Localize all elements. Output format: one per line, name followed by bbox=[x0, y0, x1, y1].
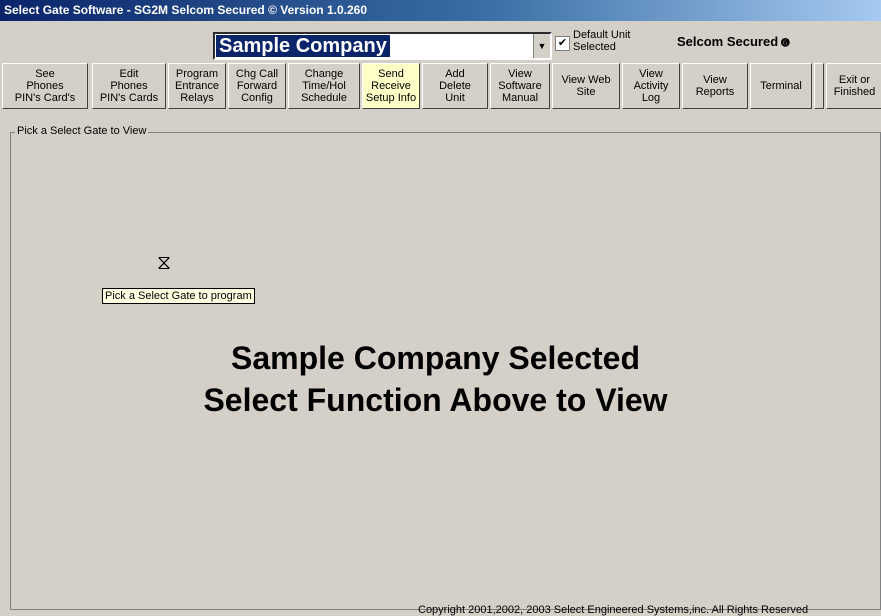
default-unit-checkbox[interactable]: ✔ bbox=[555, 36, 570, 51]
company-select[interactable]: Sample Company ▼ bbox=[213, 32, 552, 60]
view-reports-label: View Reports bbox=[695, 74, 735, 98]
company-select-value: Sample Company bbox=[216, 35, 390, 57]
chevron-down-icon[interactable]: ▼ bbox=[533, 34, 550, 58]
change-schedule-label: Change Time/Hol Schedule bbox=[301, 68, 347, 104]
chg-call-forward-label: Chg Call Forward Config bbox=[235, 68, 279, 104]
secured-status-label: Selcom Secured bbox=[677, 34, 779, 49]
view-software-manual-button[interactable]: View Software Manual bbox=[490, 63, 550, 109]
see-phones-button[interactable]: See Phones PIN's Card's bbox=[2, 63, 88, 109]
message-line-1: Sample Company Selected bbox=[230, 340, 641, 376]
terminal-label: Terminal bbox=[760, 80, 802, 92]
view-activity-log-button[interactable]: View Activity Log bbox=[622, 63, 680, 109]
copyright: Copyright 2001,2002, 2003 Select Enginee… bbox=[418, 604, 809, 616]
group-legend: Pick a Select Gate to View bbox=[15, 125, 149, 137]
chg-call-forward-button[interactable]: Chg Call Forward Config bbox=[228, 63, 286, 109]
add-delete-unit-label: Add Delete Unit bbox=[439, 68, 471, 104]
hourglass-icon: ⧖ bbox=[157, 252, 172, 274]
toolbar: See Phones PIN's Card's Edit Phones PIN'… bbox=[0, 63, 881, 111]
window-title-bar[interactable]: Select Gate Software - SG2M Selcom Secur… bbox=[0, 0, 881, 21]
default-unit-label: Default Unit Selected bbox=[573, 29, 631, 53]
spacer-button[interactable] bbox=[814, 63, 824, 109]
program-entrance-relays-button[interactable]: Program Entrance Relays bbox=[168, 63, 226, 109]
view-web-site-label: View Web Site bbox=[561, 74, 611, 98]
add-delete-unit-button[interactable]: Add Delete Unit bbox=[422, 63, 488, 109]
info-icon: ➏ bbox=[781, 38, 790, 49]
view-reports-button[interactable]: View Reports bbox=[682, 63, 748, 109]
edit-phones-button[interactable]: Edit Phones PIN's Cards bbox=[92, 63, 166, 109]
send-receive-setup-button[interactable]: Send Receive Setup Info bbox=[362, 63, 420, 109]
message-line-2: Select Function Above to View bbox=[203, 382, 668, 418]
exit-label: Exit or Finished bbox=[833, 74, 876, 98]
exit-button[interactable]: Exit or Finished bbox=[826, 63, 881, 109]
view-web-site-button[interactable]: View Web Site bbox=[552, 63, 620, 109]
secured-status: Selcom Secured ➏ bbox=[677, 34, 790, 49]
edit-phones-label: Edit Phones PIN's Cards bbox=[99, 68, 159, 104]
send-receive-setup-label: Send Receive Setup Info bbox=[365, 68, 417, 104]
view-software-manual-label: View Software Manual bbox=[498, 68, 542, 104]
see-phones-label: See Phones PIN's Card's bbox=[14, 68, 76, 104]
change-schedule-button[interactable]: Change Time/Hol Schedule bbox=[288, 63, 360, 109]
program-entrance-relays-label: Program Entrance Relays bbox=[174, 68, 220, 104]
terminal-button[interactable]: Terminal bbox=[750, 63, 812, 109]
view-activity-log-label: View Activity Log bbox=[633, 68, 669, 104]
tooltip: Pick a Select Gate to program bbox=[102, 288, 255, 304]
window-title: Select Gate Software - SG2M Selcom Secur… bbox=[4, 3, 367, 17]
